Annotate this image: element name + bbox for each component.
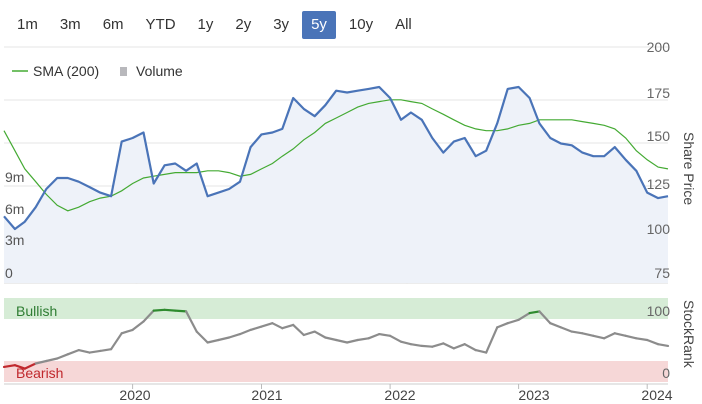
stockrank-segment (77, 349, 91, 354)
stockrank-segment (152, 308, 166, 312)
price-area-fill (4, 87, 668, 283)
stockrank-segment (367, 333, 381, 340)
stock-chart: SMA (200) Volume 200 175 150 125 100 75 … (2, 39, 697, 403)
volume-tick-label: 9m (5, 169, 24, 185)
stockrank-segment (485, 326, 499, 354)
stockrank-segment (399, 340, 412, 346)
x-tick-label: 2023 (518, 387, 549, 403)
share-price-axis-title: Share Price (681, 132, 697, 205)
stockrank-segment (431, 342, 445, 348)
price-tick-label: 175 (647, 85, 671, 101)
stockrank-segment (635, 337, 649, 342)
stockrank-segment (228, 333, 242, 339)
stockrank-tick-label: 100 (647, 303, 671, 319)
price-tick-label: 125 (647, 176, 671, 192)
stockrank-axis-title: StockRank (681, 300, 697, 369)
stockrank-segment (163, 308, 177, 312)
x-tick-label: 2022 (384, 387, 415, 403)
stockrank-segment (452, 343, 466, 350)
x-tick-label: 2020 (119, 387, 150, 403)
stockrank-segment (249, 325, 263, 331)
stockrank-segment (206, 338, 220, 344)
x-tick-label: 2021 (251, 387, 282, 403)
stockrank-segment (378, 333, 392, 337)
stockrank-segment (549, 322, 563, 329)
stockrank-segment (346, 338, 359, 344)
stockrank-segment (292, 323, 305, 337)
stockrank-segment (389, 334, 403, 343)
stockrank-tick-label: 0 (662, 365, 670, 381)
stockrank-segment (281, 323, 295, 330)
stockrank-segment (409, 343, 423, 347)
stockrank-segment (45, 357, 59, 363)
stockrank-segment (506, 318, 520, 325)
stockrank-segment (271, 322, 284, 330)
stockrank-segment (238, 328, 252, 336)
price-tick-label: 100 (647, 221, 671, 237)
stockrank-segment (603, 332, 616, 340)
volume-tick-label: 3m (5, 232, 24, 248)
stockrank-segment (324, 336, 338, 342)
sma-legend-label[interactable]: SMA (200) (33, 63, 99, 79)
stockrank-segment (570, 330, 584, 335)
stockrank-segment (356, 337, 370, 342)
bullish-band-label: Bullish (16, 303, 57, 319)
stockrank-segment (463, 343, 477, 352)
stockrank-segment (474, 349, 488, 354)
stockrank-segment (302, 330, 316, 337)
bullish-band (4, 298, 668, 319)
stockrank-segment (420, 344, 434, 348)
price-tick-label: 150 (647, 128, 671, 144)
stockrank-segment (496, 322, 509, 329)
stockrank-segment (260, 322, 274, 328)
stockrank-segment (646, 338, 660, 346)
x-axis-labels: 2020 2021 2022 2023 2024 (119, 387, 672, 403)
stockrank-segment (109, 332, 123, 351)
price-tick-label: 75 (654, 265, 670, 281)
stockrank-segment (56, 353, 69, 360)
bearish-band (4, 361, 668, 382)
stockrank-segment (66, 349, 80, 356)
stockrank-segment (624, 334, 638, 340)
stockrank-segment (442, 342, 455, 350)
stockrank-segment (313, 330, 327, 339)
stockrank-segment (656, 343, 670, 347)
stockrank-segment (99, 348, 113, 352)
stockrank-segment (217, 336, 231, 342)
stockrank-segment (88, 349, 102, 354)
stockrank-segment (559, 326, 573, 333)
price-tick-label: 200 (647, 39, 671, 55)
x-tick-label: 2024 (641, 387, 672, 403)
stockrank-segment (335, 338, 349, 344)
stockrank-segment (581, 332, 595, 337)
volume-legend-swatch (120, 67, 127, 76)
stockrank-segment (174, 309, 188, 313)
volume-tick-label: 0 (5, 265, 13, 281)
stockrank-segment (120, 328, 134, 335)
stockrank-segment (131, 320, 145, 331)
volume-tick-label: 6m (5, 201, 24, 217)
stockrank-segment (195, 330, 209, 344)
volume-legend-label[interactable]: Volume (136, 63, 183, 79)
stockrank-segment (613, 332, 627, 337)
stockrank-segment (592, 334, 606, 340)
legend: SMA (200) Volume (12, 63, 183, 79)
